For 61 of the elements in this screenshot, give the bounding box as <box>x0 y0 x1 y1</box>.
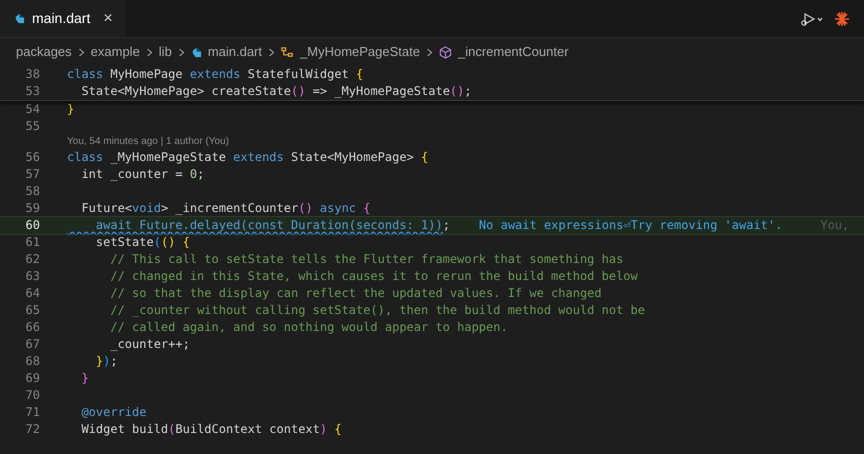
line-number: 67 <box>24 336 41 353</box>
codelens-annotation[interactable]: You, 54 minutes ago | 1 author (You) <box>67 135 229 149</box>
chevron-icon <box>268 48 276 56</box>
line-number: 70 <box>24 387 41 404</box>
code-line: @override <box>80 404 146 421</box>
breadcrumb-item[interactable]: lib <box>158 42 172 62</box>
breadcrumb-item[interactable]: packages <box>16 42 72 62</box>
line-number: 63 <box>24 268 41 285</box>
line-number: 57 <box>24 166 41 183</box>
breadcrumb-item[interactable]: _MyHomePageState <box>300 42 420 62</box>
chevron-icon <box>426 48 433 56</box>
code-line: class _MyHomePageState extends State<MyHomePage> { <box>67 149 428 166</box>
code-line: // changed in this State, which causes it to rerun the build method below <box>109 268 638 285</box>
line-number: 62 <box>24 251 41 268</box>
blame-annotation: You, <box>820 217 850 234</box>
code-line: Future<void> _incrementCounter() async { <box>80 200 370 217</box>
line-number: 69 <box>24 370 41 387</box>
breadcrumb-item[interactable]: example <box>90 42 140 62</box>
sunburst-icon[interactable] <box>834 10 850 26</box>
line-number: 54 <box>24 101 41 118</box>
line-number: 38 <box>24 66 41 83</box>
line-number: 68 <box>24 353 41 370</box>
line-number: 65 <box>24 302 41 319</box>
line-number: 53 <box>24 83 41 100</box>
inline-hint: No await expressions⏎Try removing 'await'. <box>478 217 782 234</box>
code-line: await Future.delayed(const Duration(seconds: 1)); <box>94 217 450 234</box>
line-number: 56 <box>24 149 41 166</box>
dart-file-icon <box>14 13 25 24</box>
code-line: int _counter = 0; <box>80 166 204 183</box>
breadcrumb-item[interactable]: main.dart <box>208 42 262 62</box>
close-button[interactable]: × <box>103 6 113 30</box>
line-number: 55 <box>24 118 41 135</box>
run-debug-icon[interactable] <box>800 12 824 26</box>
code-line: // This call to setState tells the Flutter framework that something has <box>109 251 624 268</box>
line-number: 59 <box>24 200 41 217</box>
editor-tab[interactable]: main.dart × <box>0 0 125 37</box>
chevron-icon <box>146 48 153 56</box>
line-number: 61 <box>24 234 41 251</box>
breadcrumb-item[interactable]: _incrementCounter <box>458 42 569 62</box>
code-line: class MyHomePage extends StatefulWidget { <box>67 66 364 83</box>
code-line: Widget build(BuildContext context) { <box>80 421 342 438</box>
line-number: 72 <box>24 421 41 438</box>
chevron-icon <box>178 48 185 56</box>
line-number: 71 <box>24 404 41 421</box>
line-number: 66 <box>24 319 41 336</box>
chevron-icon <box>78 48 85 56</box>
code-line: // _counter without calling setState(), then the build method would not be <box>109 302 645 319</box>
code-line: // called again, and so nothing would appear to happen. <box>109 319 508 336</box>
line-number: 58 <box>24 183 41 200</box>
code-line: } <box>67 101 74 118</box>
line-number: 64 <box>24 285 41 302</box>
dart-file-icon <box>190 46 202 58</box>
code-line: setState(() { <box>94 234 190 251</box>
code-line: } <box>80 370 89 387</box>
code-line: // so that the display can reflect the updated values. If we changed <box>109 285 602 302</box>
code-line: _counter++; <box>109 336 190 353</box>
class-icon <box>281 46 294 58</box>
code-line: }); <box>94 353 118 370</box>
code-line: State<MyHomePage> createState() => _MyHomePageState(); <box>80 83 472 100</box>
line-number: 60 <box>24 217 41 234</box>
cube-icon <box>438 46 452 58</box>
